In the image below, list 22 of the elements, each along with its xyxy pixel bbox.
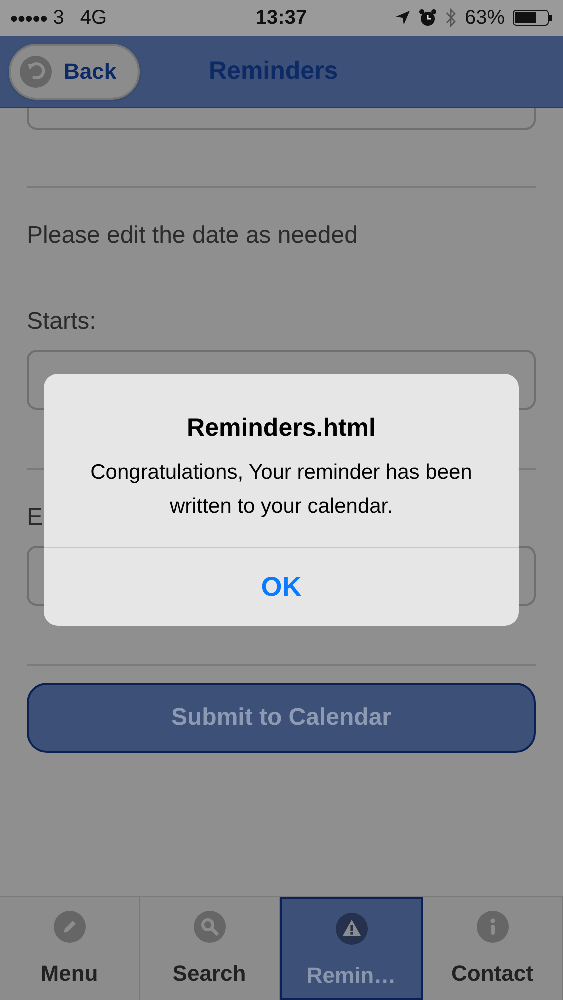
alarm-clock-icon <box>418 9 437 27</box>
back-button[interactable]: Back <box>9 44 140 100</box>
ok-button[interactable]: OK <box>44 547 519 626</box>
search-icon <box>194 911 226 943</box>
tab-button[interactable]: Remin… <box>280 897 423 1000</box>
field-label: E <box>27 503 44 533</box>
network-text: 4G <box>80 6 108 31</box>
pencil-icon <box>54 911 86 943</box>
clock-text: 13:37 <box>256 6 308 31</box>
instruction-text: Please edit the date as needed <box>27 221 359 251</box>
submit-button[interactable]: Submit to Calendar <box>27 683 536 753</box>
location-arrow-icon <box>394 10 411 26</box>
alert-title: Reminders.html <box>187 413 376 444</box>
battery-percent: 63% <box>464 6 505 31</box>
battery-icon <box>513 9 553 27</box>
carrier-text: 3 <box>53 6 64 31</box>
field-label: Starts: <box>27 307 96 337</box>
warning-icon <box>336 913 368 945</box>
signal-dots: ●●●●● <box>10 8 48 28</box>
bluetooth-icon <box>444 8 457 28</box>
alert-message: Congratulations, Your reminder has been written to your calendar. <box>90 460 474 520</box>
info-icon <box>476 911 508 943</box>
